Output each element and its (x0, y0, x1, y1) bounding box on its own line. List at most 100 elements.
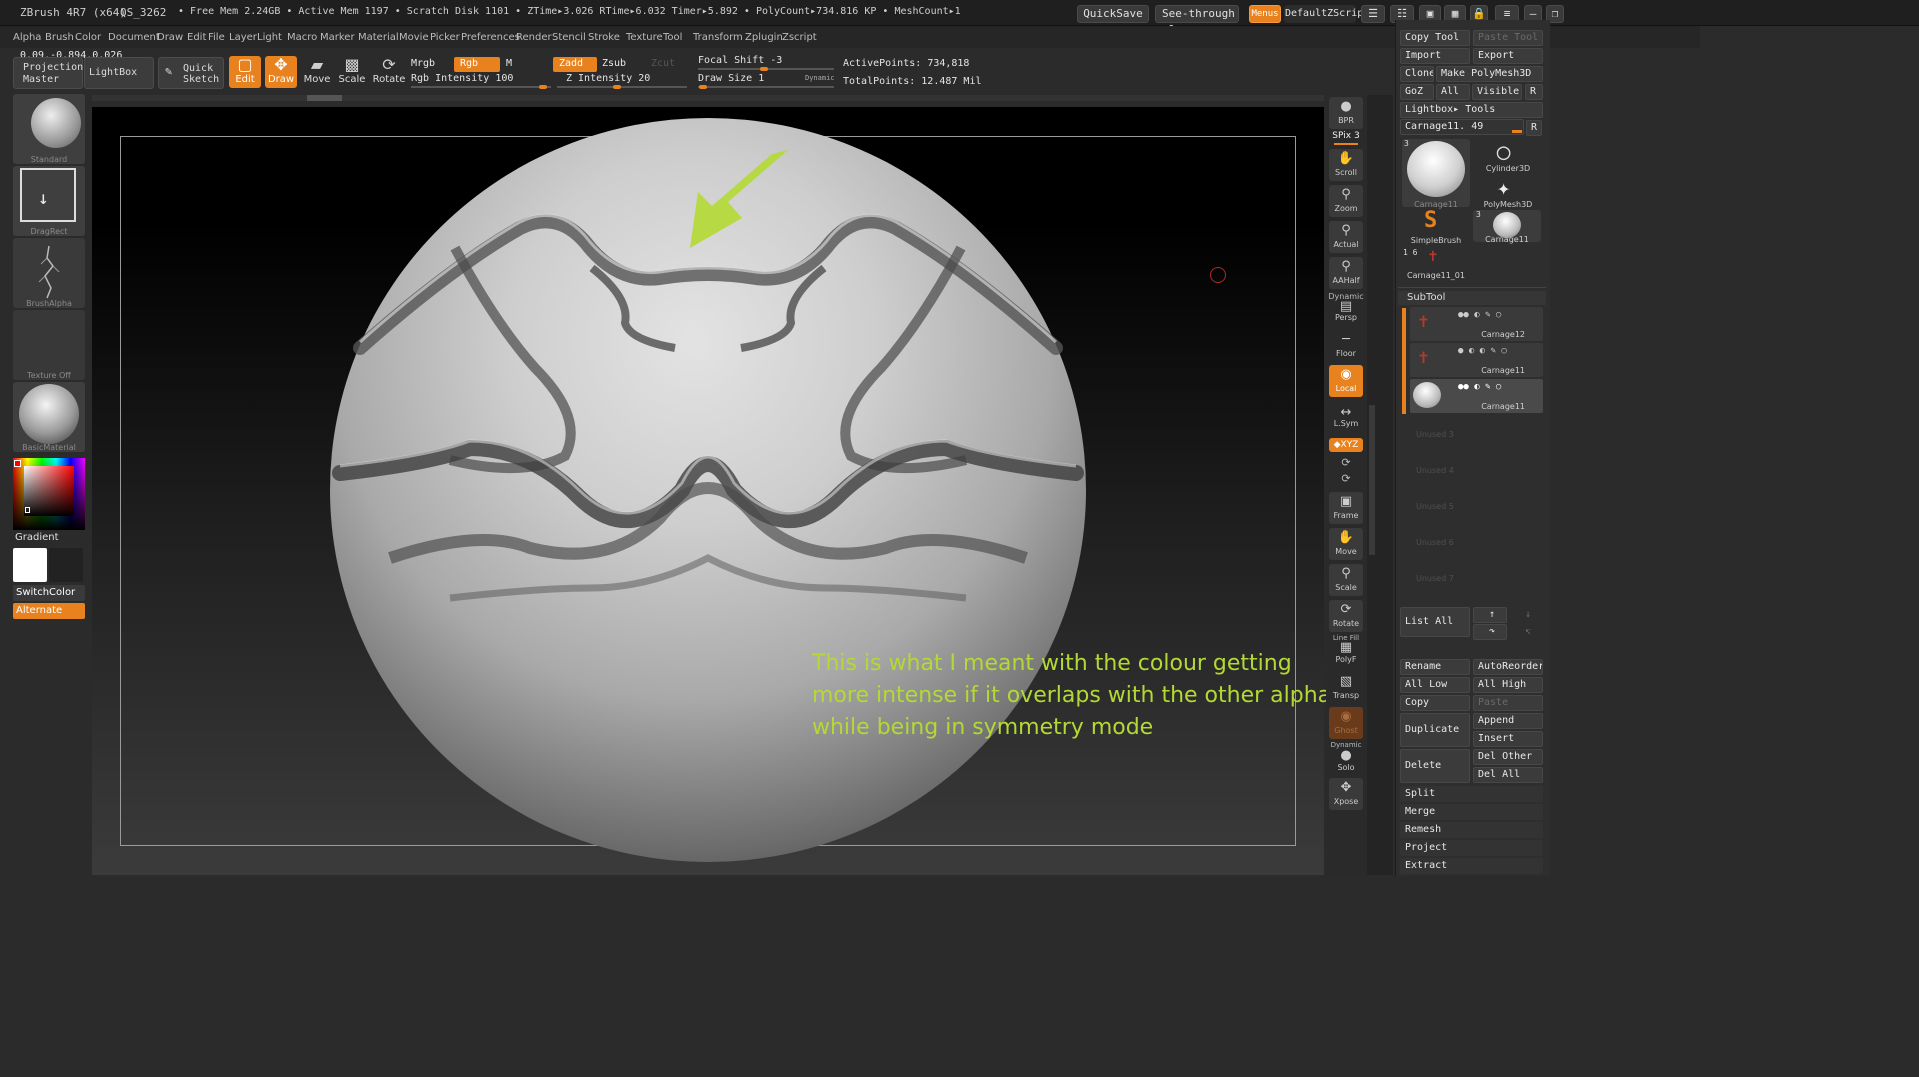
make-polymesh-button[interactable]: Make PolyMesh3D (1436, 66, 1543, 82)
extract-section[interactable]: Extract (1400, 858, 1543, 874)
zoom-button[interactable]: ⚲ Zoom (1329, 185, 1363, 217)
panel-splitter-handle[interactable] (1369, 405, 1375, 555)
tool-r-button[interactable]: R (1526, 120, 1542, 136)
move-view-button[interactable]: ✋ Move (1329, 528, 1363, 560)
menus-button[interactable]: Menus (1249, 5, 1281, 23)
move-button[interactable]: ▰ Move (302, 56, 332, 88)
menu-item-tool[interactable]: Tool (663, 32, 682, 43)
draw-size-knob[interactable] (699, 85, 707, 89)
focal-shift-track[interactable] (698, 67, 834, 71)
xyz-button[interactable]: ◆XYZ (1329, 438, 1363, 452)
color-picker-square[interactable] (24, 466, 74, 516)
edit-button[interactable]: ▢ Edit (229, 56, 261, 88)
quicksave-button[interactable]: QuickSave (1077, 5, 1149, 23)
insert-button[interactable]: Insert (1473, 731, 1543, 747)
menu-item-stroke[interactable]: Stroke (588, 32, 620, 43)
texture-thumbnail[interactable] (13, 310, 85, 380)
floor-button[interactable]: ─ Floor (1329, 330, 1363, 358)
menu-item-movie[interactable]: Movie (399, 32, 429, 43)
scale-button[interactable]: ▩ Scale (337, 56, 367, 88)
rgb-intensity-track[interactable] (411, 85, 551, 89)
subtool-toggle-icons[interactable]: ●● ◐ ✎ ○ (1458, 310, 1501, 320)
subtool-toggle-icons[interactable]: ●● ◐ ✎ ○ (1458, 382, 1501, 392)
rotate-view-button[interactable]: ⟳ Rotate (1329, 600, 1363, 632)
bpr-button[interactable]: ● BPR (1329, 97, 1363, 129)
menu-item-file[interactable]: File (208, 32, 225, 43)
spix-track[interactable] (1334, 143, 1358, 145)
subtool-row-1[interactable]: ✝ ●● ◐ ✎ ○ Carnage12 (1410, 307, 1543, 341)
goz-r-button[interactable]: R (1525, 84, 1543, 100)
lightbox-tools-button[interactable]: Lightbox▸ Tools (1400, 102, 1543, 118)
goz-all-button[interactable]: All (1436, 84, 1470, 100)
simplebrush-icon[interactable]: S (1424, 208, 1437, 233)
menu-item-document[interactable]: Document (108, 32, 160, 43)
menu-item-zplugin[interactable]: Zplugin (745, 32, 783, 43)
menu-item-marker[interactable]: Marker (320, 32, 355, 43)
brush-alpha-thumbnail[interactable] (13, 238, 85, 308)
solo-button[interactable]: ● Solo (1329, 748, 1363, 774)
local-button[interactable]: ◉ Local (1329, 365, 1363, 397)
secondary-color-swatch[interactable] (49, 548, 83, 582)
ghost-button[interactable]: ◉ Ghost (1329, 707, 1363, 739)
draw-size-slider[interactable]: Draw Size 1 (698, 73, 764, 84)
goz-visible-button[interactable]: Visible (1472, 84, 1522, 100)
quick-sketch-button[interactable]: ✎ Quick Sketch (158, 57, 224, 89)
current-tool-slider-knob[interactable] (1512, 130, 1522, 133)
main-color-swatch[interactable] (14, 460, 21, 467)
menu-item-preferences[interactable]: Preferences (461, 32, 520, 43)
simplebrush-label[interactable]: SimpleBrush (1402, 236, 1470, 245)
transp-button[interactable]: ▧ Transp (1329, 672, 1363, 702)
del-all-button[interactable]: Del All (1473, 767, 1543, 783)
cylinder-label[interactable]: Cylinder3D (1476, 164, 1540, 173)
spix-slider[interactable]: SPix 3 (1327, 131, 1365, 141)
gradient-label[interactable]: Gradient (15, 532, 59, 543)
arrow-up-right-icon[interactable]: ↷ (1473, 624, 1507, 640)
menu-item-texture[interactable]: Texture (626, 32, 663, 43)
unused-slot[interactable]: Unused 6 (1416, 538, 1454, 547)
append-button[interactable]: Append (1473, 713, 1543, 729)
scale-view-button[interactable]: ⚲ Scale (1329, 564, 1363, 596)
subtool-row-2[interactable]: ✝ ● ◐ ◐ ✎ ○ Carnage11 (1410, 343, 1543, 377)
menu-item-edit[interactable]: Edit (187, 32, 206, 43)
stroke-dragrect-thumbnail[interactable]: ↓ (13, 166, 85, 236)
zadd-button[interactable]: Zadd (553, 57, 597, 72)
menu-item-material[interactable]: Material (358, 32, 399, 43)
frame-button[interactable]: ▣ Frame (1329, 492, 1363, 524)
subtool-header[interactable]: SubTool (1398, 291, 1546, 305)
polyf-button[interactable]: ▦ PolyF (1329, 640, 1363, 666)
unused-slot[interactable]: Unused 4 (1416, 466, 1454, 475)
polymesh-star-icon[interactable]: ✦ (1497, 176, 1510, 201)
delete-button[interactable]: Delete (1400, 749, 1470, 783)
merge-section[interactable]: Merge (1400, 804, 1543, 820)
subtool-row-3-selected[interactable]: ●● ◐ ✎ ○ Carnage11 (1410, 379, 1543, 413)
split-section[interactable]: Split (1400, 786, 1543, 802)
mrgb-button[interactable]: Mrgb (405, 57, 449, 72)
all-low-button[interactable]: All Low (1400, 677, 1470, 693)
primary-color-swatch[interactable] (13, 548, 47, 582)
rename-button[interactable]: Rename (1400, 659, 1470, 675)
list-all-button[interactable]: List All (1400, 607, 1470, 637)
aahalf-button[interactable]: ⚲ AAHalf (1329, 257, 1363, 289)
switchcolor-button[interactable]: SwitchColor (13, 585, 85, 601)
unused-slot[interactable]: Unused 5 (1416, 502, 1454, 511)
draw-button[interactable]: ✥ Draw (265, 56, 297, 88)
autoreorder-button[interactable]: AutoReorder (1473, 659, 1543, 675)
material-thumbnail[interactable] (13, 382, 85, 452)
del-other-button[interactable]: Del Other (1473, 749, 1543, 765)
persp-button[interactable]: ▤ Persp (1329, 300, 1363, 324)
layout-icon[interactable]: ☰ (1361, 5, 1385, 23)
copy-tool-button[interactable]: Copy Tool (1400, 30, 1470, 46)
rotate-z-icon[interactable]: ⟳ (1327, 472, 1365, 485)
lsym-button[interactable]: ↔ L.Sym (1329, 406, 1363, 432)
zcut-button[interactable]: Zcut (645, 57, 685, 72)
menu-item-color[interactable]: Color (75, 32, 101, 43)
clone-button[interactable]: Clone (1400, 66, 1434, 82)
rotate-button[interactable]: ⟳ Rotate (372, 56, 406, 88)
paste-tool-button[interactable]: Paste Tool (1473, 30, 1543, 46)
carnage01-figure-icon[interactable]: ✝ (1428, 246, 1438, 265)
tool-thumb-carnage-small[interactable]: 3 Carnage11 (1473, 210, 1541, 244)
menu-item-draw[interactable]: Draw (157, 32, 183, 43)
actual-button[interactable]: ⚲ Actual (1329, 221, 1363, 253)
z-intensity-slider[interactable]: Z Intensity 20 (566, 73, 650, 84)
duplicate-button[interactable]: Duplicate (1400, 713, 1470, 747)
